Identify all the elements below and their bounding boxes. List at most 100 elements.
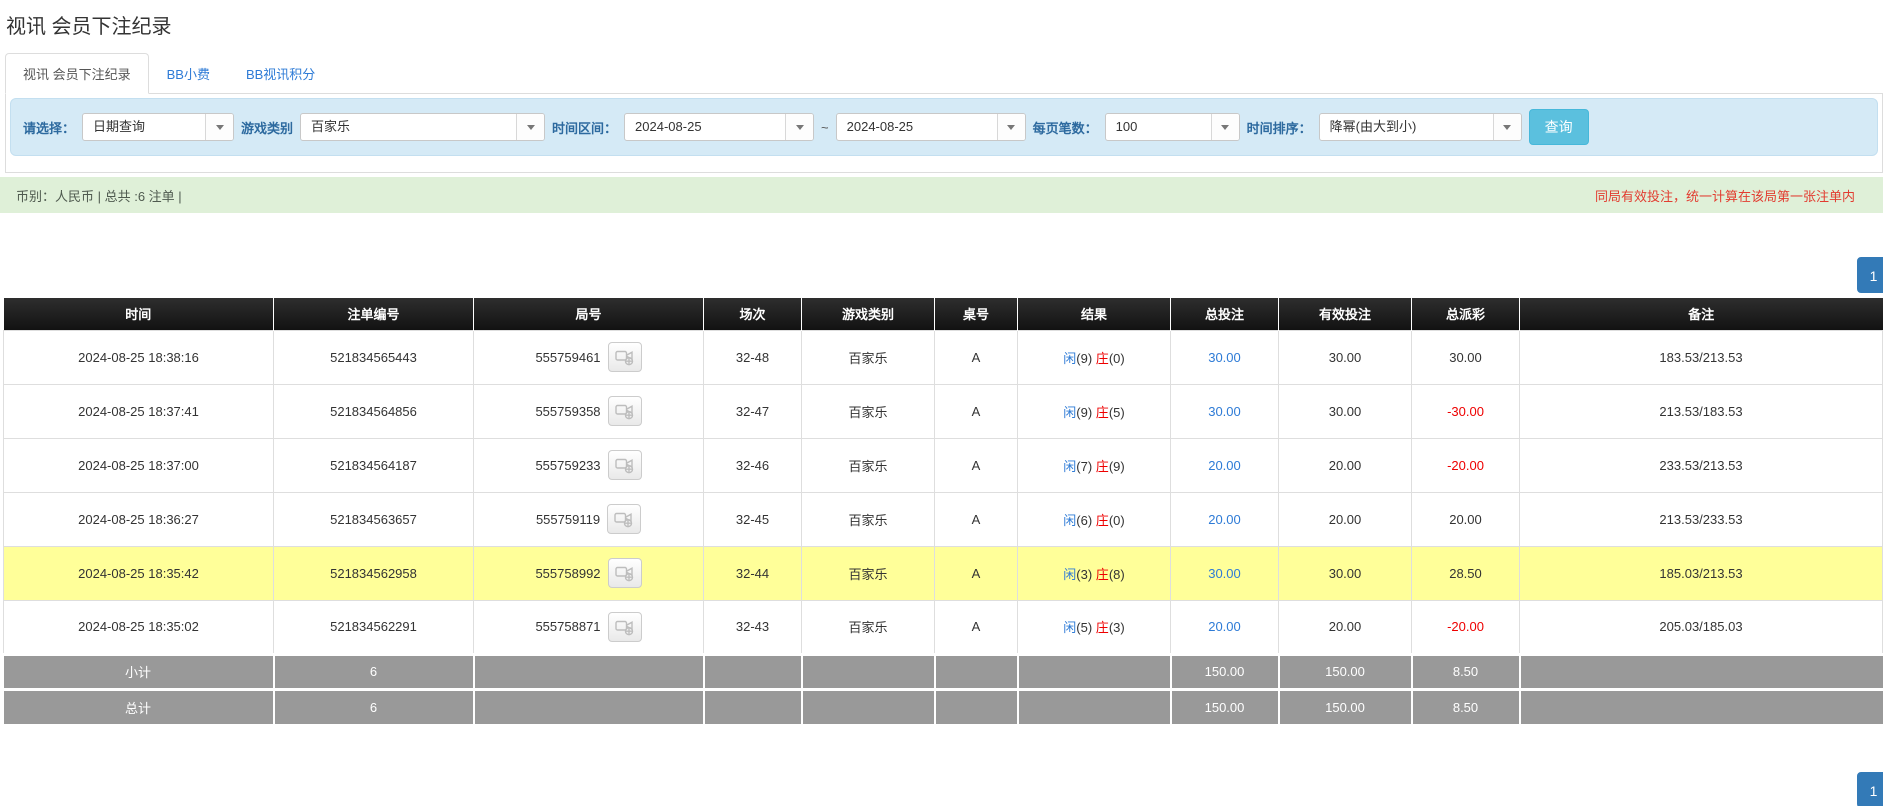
result-score: (7) [1076,459,1096,474]
session-cell: 32-46 [704,438,802,492]
filter-bar: 请选择： 日期查询 游戏类别 百家乐 时间区间： 2024-08-25 ~ 20… [10,98,1878,156]
round-id-wrap: 555758992 [535,558,641,588]
remark-cell: 185.03/213.53 [1520,546,1883,600]
page-1-button[interactable]: 1 [1857,772,1883,806]
round-id-wrap: 555759233 [535,450,641,480]
total-row: 总计6150.00150.008.50 [4,689,1883,724]
subtotal-row-cell [1520,654,1883,689]
page-1-button[interactable]: 1 [1857,257,1883,293]
chevron-down-icon[interactable] [516,114,544,140]
column-header: 总派彩 [1412,298,1520,330]
total-bet-link[interactable]: 30.00 [1208,566,1241,581]
video-camera-icon [615,348,635,366]
banker-label: 庄 [1096,351,1109,366]
game-type-label: 游戏类别 [241,118,293,137]
bet-id-cell: 521834564856 [274,384,474,438]
round-id-cell: 555758992 [474,546,704,600]
search-button[interactable]: 查询 [1529,109,1589,145]
subtotal-row: 小计6150.00150.008.50 [4,654,1883,689]
valid-bet-notice-text: 同局有效投注，统一计算在该局第一张注单内 [1595,186,1855,205]
banker-label: 庄 [1096,620,1109,635]
video-replay-button[interactable] [608,342,642,372]
total-row-cell: 150.00 [1279,689,1412,724]
round-id-cell: 555758871 [474,600,704,654]
valid-bet-cell: 20.00 [1279,438,1412,492]
total-row-cell [704,689,802,724]
payout-cell: -20.00 [1412,600,1520,654]
total-row-cell [802,689,935,724]
round-id-cell: 555759119 [474,492,704,546]
video-replay-button[interactable] [608,612,642,642]
result-score: (0) [1109,513,1125,528]
video-replay-button[interactable] [608,450,642,480]
payout-cell: -30.00 [1412,384,1520,438]
tab-betting-records[interactable]: 视讯 会员下注纪录 [5,53,149,94]
total-row-cell: 6 [274,689,474,724]
video-replay-button[interactable] [608,558,642,588]
total-bet-link[interactable]: 30.00 [1208,350,1241,365]
chevron-down-icon[interactable] [205,114,233,140]
player-label: 闲 [1063,405,1076,420]
total-row-cell [1018,689,1171,724]
subtotal-row-cell [802,654,935,689]
result-cell: 闲(9) 庄(0) [1018,330,1171,384]
table-no-cell: A [935,546,1018,600]
betting-records-table: 时间注单编号局号场次游戏类别桌号结果总投注有效投注总派彩备注 2024-08-2… [3,298,1883,724]
pagination-bottom: 1 [0,772,1883,806]
round-id-text: 555759233 [535,458,600,473]
result-cell: 闲(6) 庄(0) [1018,492,1171,546]
total-bet-link[interactable]: 30.00 [1208,404,1241,419]
date-from-select[interactable]: 2024-08-25 [624,113,814,141]
total-row-cell [474,689,704,724]
column-header: 局号 [474,298,704,330]
sort-order-select[interactable]: 降幂(由大到小) [1319,113,1522,141]
session-cell: 32-44 [704,546,802,600]
chevron-down-icon[interactable] [785,114,813,140]
total-bet-cell: 20.00 [1171,492,1279,546]
column-header: 有效投注 [1279,298,1412,330]
remark-cell: 205.03/185.03 [1520,600,1883,654]
total-row-cell: 150.00 [1171,689,1279,724]
total-bet-link[interactable]: 20.00 [1208,458,1241,473]
video-replay-button[interactable] [607,504,641,534]
total-bet-cell: 30.00 [1171,330,1279,384]
total-row-cell [1520,689,1883,724]
chevron-down-icon[interactable] [1211,114,1239,140]
bet-id-cell: 521834563657 [274,492,474,546]
remark-cell: 213.53/183.53 [1520,384,1883,438]
banker-label: 庄 [1096,459,1109,474]
video-replay-button[interactable] [608,396,642,426]
payout-cell: 30.00 [1412,330,1520,384]
table-no-cell: A [935,438,1018,492]
tab-bb-points[interactable]: BB视讯积分 [228,53,333,94]
chevron-down-icon[interactable] [997,114,1025,140]
column-header: 注单编号 [274,298,474,330]
player-label: 闲 [1063,513,1076,528]
round-id-text: 555758871 [535,619,600,634]
per-page-select[interactable]: 100 [1105,113,1240,141]
video-camera-icon [615,618,635,636]
game-type-select[interactable]: 百家乐 [300,113,545,141]
result-score: (5) [1076,620,1096,635]
remark-cell: 233.53/213.53 [1520,438,1883,492]
chevron-down-icon[interactable] [1493,114,1521,140]
result-score: (5) [1109,405,1125,420]
player-label: 闲 [1063,567,1076,582]
query-type-select[interactable]: 日期查询 [82,113,234,141]
pagination-top: 1 [0,257,1883,293]
table-row: 2024-08-25 18:35:42521834562958555758992… [4,546,1883,600]
currency-total-text: 币别：人民币 | 总共 :6 注单 | [16,186,182,205]
date-to-select[interactable]: 2024-08-25 [836,113,1026,141]
tab-bb-tips[interactable]: BB小费 [149,53,228,94]
player-label: 闲 [1063,351,1076,366]
total-bet-link[interactable]: 20.00 [1208,512,1241,527]
result-score: (3) [1109,620,1125,635]
table-row: 2024-08-25 18:37:00521834564187555759233… [4,438,1883,492]
time-cell: 2024-08-25 18:37:00 [4,438,274,492]
result-cell: 闲(7) 庄(9) [1018,438,1171,492]
total-bet-link[interactable]: 20.00 [1208,619,1241,634]
round-id-cell: 555759233 [474,438,704,492]
subtotal-row-cell: 6 [274,654,474,689]
game-type-cell: 百家乐 [802,546,935,600]
round-id-cell: 555759461 [474,330,704,384]
